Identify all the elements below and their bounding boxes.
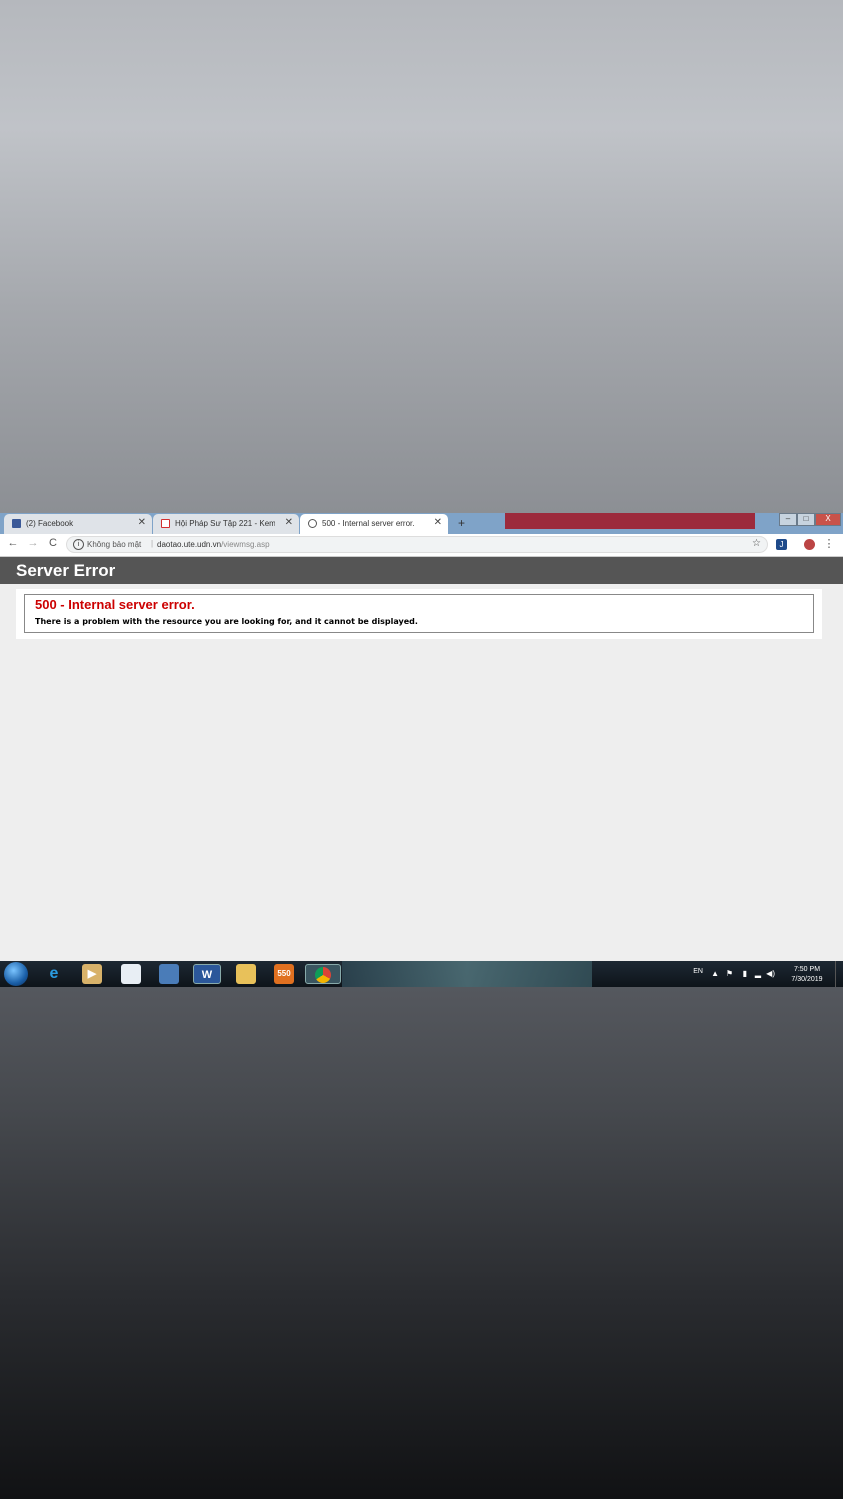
taskbar: e ▶ W 550 EN ▲ ⚑ ▮ ▂ ◀) 7:50 PM 7/30/201… xyxy=(0,961,843,987)
bookmark-star-icon[interactable]: ☆ xyxy=(752,538,761,549)
tray-expand-icon[interactable]: ▲ xyxy=(711,969,719,978)
error-box: 500 - Internal server error. There is a … xyxy=(24,594,814,633)
tab-title: Hội Pháp Sư Tập 221 - Kemoken xyxy=(175,519,275,528)
tab-server-error[interactable]: 500 - Internal server error. ✕ xyxy=(300,514,448,534)
divider: | xyxy=(151,539,154,548)
forward-button[interactable]: → xyxy=(26,537,40,549)
facebook-icon xyxy=(12,519,21,528)
taskbar-decoration xyxy=(342,961,592,987)
extension-icon[interactable]: J xyxy=(776,539,787,550)
globe-icon xyxy=(308,519,317,528)
chrome-icon[interactable] xyxy=(305,964,341,984)
maximize-button[interactable]: □ xyxy=(797,513,815,526)
system-tray: EN ▲ ⚑ ▮ ▂ ◀) 7:50 PM 7/30/2019 xyxy=(675,961,835,987)
back-button[interactable]: ← xyxy=(6,537,20,549)
close-icon[interactable]: ✕ xyxy=(285,517,293,528)
browser-toolbar: ← → C i Không bảo mật | daotao.ute.udn.v… xyxy=(0,534,843,557)
battery-icon[interactable]: ▮ xyxy=(743,969,747,978)
chrome-logo-icon xyxy=(315,967,331,983)
address-bar[interactable]: i Không bảo mật | daotao.ute.udn.vn/view… xyxy=(66,536,768,553)
language-indicator[interactable]: EN xyxy=(693,968,703,975)
internet-explorer-icon[interactable]: e xyxy=(44,964,64,984)
wallpaper-bottom xyxy=(0,987,843,1499)
media-player-icon[interactable]: ▶ xyxy=(82,964,102,984)
tab-title: (2) Facebook xyxy=(26,519,74,528)
youtube-icon xyxy=(161,519,170,528)
close-icon[interactable]: ✕ xyxy=(434,517,442,528)
clock-date: 7/30/2019 xyxy=(791,976,823,983)
file-explorer-icon[interactable] xyxy=(236,964,256,984)
close-window-button[interactable]: X xyxy=(815,513,841,526)
volume-icon[interactable]: ◀) xyxy=(766,969,775,978)
screen: (2) Facebook ✕ Hội Pháp Sư Tập 221 - Kem… xyxy=(0,513,843,987)
tab-facebook[interactable]: (2) Facebook ✕ xyxy=(4,514,152,534)
clock-time: 7:50 PM xyxy=(793,966,821,973)
new-tab-button[interactable]: + xyxy=(454,516,469,530)
page-title: Server Error xyxy=(16,561,116,580)
url-text[interactable]: daotao.ute.udn.vn/viewmsg.asp xyxy=(157,540,270,549)
document-icon[interactable] xyxy=(121,964,141,984)
error-title: 500 - Internal server error. xyxy=(35,597,195,612)
network-signal-icon[interactable]: ▂ xyxy=(755,969,761,978)
wallpaper-top xyxy=(0,0,843,513)
network-icon[interactable] xyxy=(159,964,179,984)
minimize-button[interactable]: – xyxy=(779,513,797,526)
show-desktop-button[interactable] xyxy=(835,961,843,987)
browser-menu-button[interactable]: ⋮ xyxy=(822,537,836,550)
profile-avatar[interactable] xyxy=(804,539,815,550)
tab-youtube[interactable]: Hội Pháp Sư Tập 221 - Kemoken ✕ xyxy=(153,514,299,534)
url-domain: daotao.ute.udn.vn xyxy=(157,540,222,549)
tab-strip: (2) Facebook ✕ Hội Pháp Sư Tập 221 - Kem… xyxy=(0,513,843,534)
flag-icon[interactable]: ⚑ xyxy=(726,969,733,978)
start-button[interactable] xyxy=(4,962,28,986)
close-icon[interactable]: ✕ xyxy=(138,517,146,528)
app-icon[interactable]: 550 xyxy=(274,964,294,984)
info-icon[interactable]: i xyxy=(73,539,84,550)
word-icon[interactable]: W xyxy=(193,964,221,984)
security-label[interactable]: Không bảo mật xyxy=(87,540,141,549)
page-header: Server Error xyxy=(0,557,843,584)
tab-title: 500 - Internal server error. xyxy=(322,519,415,528)
tab-strip-decoration xyxy=(505,513,755,529)
reload-button[interactable]: C xyxy=(46,537,60,549)
window-controls: – □ X xyxy=(779,513,841,526)
content-container: 500 - Internal server error. There is a … xyxy=(16,589,822,639)
url-path: /viewmsg.asp xyxy=(221,540,270,549)
clock[interactable]: 7:50 PM 7/30/2019 xyxy=(787,965,827,985)
error-message: There is a problem with the resource you… xyxy=(35,617,418,626)
